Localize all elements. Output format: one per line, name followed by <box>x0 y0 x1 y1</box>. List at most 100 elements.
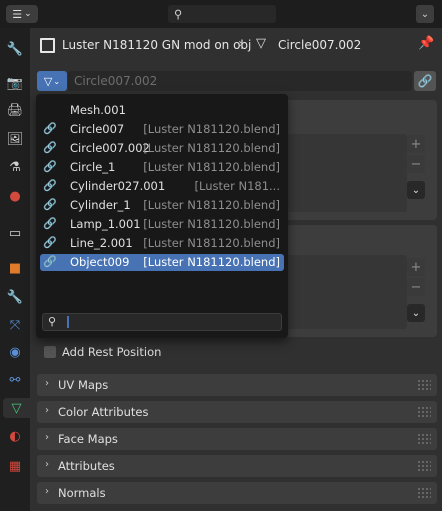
tab-tool[interactable]: 🔧 <box>5 39 25 59</box>
add-rest-position-row[interactable]: Add Rest Position <box>44 344 161 360</box>
panel-title: Face Maps <box>58 432 118 446</box>
mesh-item-name: Circle007 <box>70 122 125 136</box>
panel-header-attributes[interactable]: › Attributes <box>37 455 437 477</box>
properties-tab-bar: 🔧 📷 🖨 🖼 ⚗ ● ▭ ■ 🔧 ⤧ ◉ ⚯ ▽ ◐ ▦ <box>0 28 30 511</box>
view-layer-icon: 🖼 <box>6 131 24 147</box>
mesh-item-library: [Luster N181120.blend] <box>143 198 280 212</box>
material-icon: ◐ <box>9 428 21 444</box>
drag-handle-icon[interactable] <box>417 379 431 391</box>
drag-handle-icon[interactable] <box>417 433 431 445</box>
breadcrumb-mesh-label: Circle007.002 <box>278 38 362 52</box>
mesh-list-item[interactable]: 🔗 Circle007 [Luster N181120.blend] <box>40 121 284 138</box>
panel-header-uv-maps[interactable]: › UV Maps <box>37 374 437 396</box>
add-vertex-group-button[interactable]: + <box>407 135 425 153</box>
mesh-list-item[interactable]: 🔗 Circle_1 [Luster N181120.blend] <box>40 159 284 176</box>
panel-title: Attributes <box>58 459 115 473</box>
mesh-browse-popup: Mesh.001 🔗 Circle007 [Luster N181120.blend]… <box>36 94 288 338</box>
tab-particles[interactable]: ⤧ <box>5 315 25 335</box>
search-icon: ⚲ <box>48 315 57 328</box>
tab-constraints[interactable]: ⚯ <box>5 370 25 390</box>
breadcrumb-object-label: Luster N181120 GN mod on obj <box>62 38 252 52</box>
tab-object[interactable]: ■ <box>5 258 25 278</box>
mesh-item-library: [Luster N181120.blend] <box>143 217 280 231</box>
properties-search-input[interactable]: ⚲ <box>168 5 276 23</box>
mesh-data-icon: ▽ <box>256 36 266 51</box>
mesh-item-name: Cylinder027.001 <box>70 179 166 193</box>
tab-render[interactable]: 📷 <box>5 73 25 93</box>
panel-title: Color Attributes <box>58 405 149 419</box>
shape-key-specials-button[interactable]: ⌄ <box>407 304 425 322</box>
add-rest-position-checkbox[interactable] <box>44 346 56 358</box>
link-icon: 🔗 <box>43 217 57 230</box>
drag-handle-icon[interactable] <box>417 460 431 472</box>
mesh-item-library: [Luster N181120.blend] <box>143 122 280 136</box>
remove-shape-key-button[interactable]: − <box>407 278 425 296</box>
link-icon: 🔗 <box>43 160 57 173</box>
text-cursor <box>67 316 69 328</box>
link-icon: 🔗 <box>43 179 57 192</box>
add-rest-position-label: Add Rest Position <box>62 345 162 359</box>
panel-header-color-attributes[interactable]: › Color Attributes <box>37 401 437 423</box>
breadcrumb-separator: › <box>238 36 244 52</box>
link-icon: 🔗 <box>43 236 57 249</box>
mesh-item-name: Circle007.002 <box>70 141 150 155</box>
tab-texture[interactable]: ▦ <box>5 456 25 476</box>
tab-scene[interactable]: ⚗ <box>5 157 25 177</box>
tab-world[interactable]: ● <box>5 186 25 206</box>
editor-type-button[interactable]: ☰ ⌄ <box>6 5 38 23</box>
chevron-down-icon: ⌄ <box>420 8 430 20</box>
chevron-right-icon: › <box>45 459 49 470</box>
pin-icon[interactable]: 📌 <box>418 36 434 51</box>
mesh-name-field[interactable]: Circle007.002 <box>68 71 412 91</box>
make-local-button[interactable]: 🔗 <box>414 71 436 91</box>
panel-header-face-maps[interactable]: › Face Maps <box>37 428 437 450</box>
mesh-item-name: Object009 <box>70 255 130 269</box>
chevron-down-icon: ⌄ <box>24 9 32 19</box>
mesh-list-item[interactable]: 🔗 Line_2.001 [Luster N181120.blend] <box>40 235 284 252</box>
properties-editor-icon: ☰ <box>12 7 23 21</box>
link-icon: 🔗 <box>43 255 57 268</box>
physics-icon: ◉ <box>9 344 21 360</box>
tab-material[interactable]: ◐ <box>5 426 25 446</box>
mesh-list-item[interactable]: 🔗 Lamp_1.001 [Luster N181120.blend] <box>40 216 284 233</box>
panel-title: UV Maps <box>58 378 109 392</box>
collection-icon: ▭ <box>8 225 22 241</box>
panel-header-normals[interactable]: › Normals <box>37 482 437 504</box>
mesh-list-item[interactable]: 🔗 Cylinder_1 [Luster N181120.blend] <box>40 197 284 214</box>
object-icon <box>40 38 55 53</box>
particles-icon: ⤧ <box>9 317 21 333</box>
vertex-group-specials-button[interactable]: ⌄ <box>407 181 425 199</box>
mesh-list-item[interactable]: 🔗 Cylinder027.001 [Luster N181... <box>40 178 284 195</box>
tab-collection[interactable]: ▭ <box>5 223 25 243</box>
mesh-item-library: [Luster N181120.blend] <box>143 236 280 250</box>
panel-title: Normals <box>58 486 106 500</box>
chevron-right-icon: › <box>45 378 49 389</box>
tab-physics[interactable]: ◉ <box>5 342 25 362</box>
add-shape-key-button[interactable]: + <box>407 258 425 276</box>
mesh-list-item[interactable]: Mesh.001 <box>40 102 284 119</box>
tab-data[interactable]: ▽ <box>3 398 30 418</box>
data-icon: ▽ <box>11 400 22 416</box>
mesh-item-name: Cylinder_1 <box>70 198 131 212</box>
options-dropdown-button[interactable]: ⌄ <box>416 5 434 23</box>
tab-view-layer[interactable]: 🖼 <box>5 129 25 149</box>
chevron-down-icon: ⌄ <box>53 76 61 86</box>
chevron-right-icon: › <box>45 432 49 443</box>
mesh-data-icon: ▽ <box>43 74 53 88</box>
object-icon: ■ <box>8 260 22 276</box>
breadcrumb: Luster N181120 GN mod on obj › ▽ Circle0… <box>30 28 442 64</box>
drag-handle-icon[interactable] <box>417 406 431 418</box>
constraints-icon: ⚯ <box>9 372 21 388</box>
mesh-item-name: Mesh.001 <box>70 103 126 117</box>
tab-output[interactable]: 🖨 <box>5 100 25 120</box>
vertex-groups-list <box>287 134 407 212</box>
remove-vertex-group-button[interactable]: − <box>407 155 425 173</box>
popup-search-input[interactable]: ⚲ <box>42 313 282 331</box>
mesh-list-item[interactable]: 🔗 Object009 [Luster N181120.blend] <box>40 254 284 271</box>
drag-handle-icon[interactable] <box>417 487 431 499</box>
mesh-list-item[interactable]: 🔗 Circle007.002 [Luster N181120.blend] <box>40 140 284 157</box>
tab-modifier[interactable]: 🔧 <box>5 287 25 307</box>
mesh-item-name: Lamp_1.001 <box>70 217 141 231</box>
output-icon: 🖨 <box>6 102 24 118</box>
browse-mesh-button[interactable]: ▽ ⌄ <box>37 71 67 91</box>
